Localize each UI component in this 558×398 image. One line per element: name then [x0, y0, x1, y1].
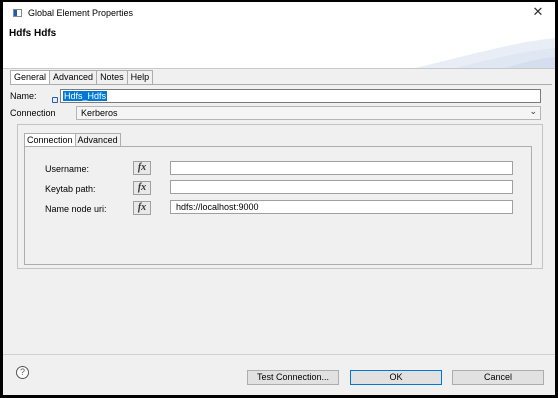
main-tabs: General Advanced Notes Help — [10, 70, 154, 85]
chevron-down-icon: ⌄ — [529, 107, 537, 117]
help-icon[interactable]: ? — [16, 366, 29, 379]
cancel-button[interactable]: Cancel — [452, 370, 544, 385]
username-field[interactable] — [170, 161, 513, 175]
name-node-uri-label: Name node uri: — [45, 204, 107, 214]
ok-button[interactable]: OK — [350, 370, 442, 385]
subtab-connection[interactable]: Connection — [24, 133, 76, 147]
connection-select-value: Kerberos — [81, 108, 118, 118]
connection-subtabs: Connection Advanced — [24, 133, 121, 147]
fx-expression-icon[interactable]: fx — [133, 201, 151, 215]
fx-expression-icon[interactable]: fx — [133, 181, 151, 195]
username-label: Username: — [45, 164, 90, 174]
connection-select[interactable]: Kerberos ⌄ — [76, 106, 541, 120]
name-node-uri-field[interactable]: hdfs://localhost:9000 — [170, 200, 513, 214]
connection-label: Connection — [10, 108, 56, 118]
name-label: Name: — [10, 91, 37, 101]
window-title: Global Element Properties — [28, 8, 134, 18]
test-connection-button[interactable]: Test Connection... — [247, 370, 339, 385]
tab-general[interactable]: General — [10, 70, 51, 85]
banner-separator — [3, 68, 555, 69]
tab-notes[interactable]: Notes — [96, 70, 128, 84]
tab-help[interactable]: Help — [126, 70, 154, 84]
keytab-path-field[interactable] — [170, 180, 513, 194]
global-element-properties-dialog: Global Element Properties ✕ Hdfs Hdfs Ge… — [3, 2, 555, 395]
keytab-path-label: Keytab path: — [45, 184, 96, 194]
header-banner: Hdfs Hdfs — [3, 24, 555, 68]
fx-expression-icon[interactable]: fx — [133, 161, 151, 175]
close-icon[interactable]: ✕ — [529, 5, 547, 21]
name-input[interactable]: Hdfs_Hdfs — [60, 89, 541, 103]
banner-decoration — [415, 38, 555, 68]
footer-separator — [3, 354, 555, 355]
title-bar: Global Element Properties ✕ — [3, 2, 555, 24]
window-app-icon — [13, 9, 22, 17]
banner-title: Hdfs Hdfs — [9, 28, 57, 39]
name-input-value: Hdfs_Hdfs — [63, 91, 108, 101]
tab-advanced[interactable]: Advanced — [49, 70, 98, 84]
lock-icon — [52, 97, 58, 103]
subtab-advanced[interactable]: Advanced — [74, 133, 121, 146]
